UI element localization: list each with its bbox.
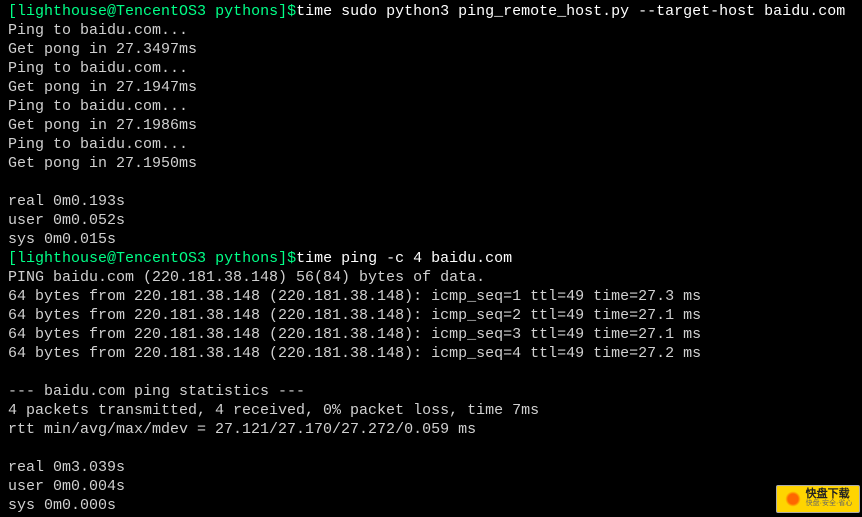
output-line: --- baidu.com ping statistics --- <box>8 382 854 401</box>
output-line-blank <box>8 363 854 382</box>
command-text-2[interactable]: time ping -c 4 baidu.com <box>296 249 512 268</box>
prompt-open-bracket: [ <box>8 249 17 268</box>
output-line: Get pong in 27.1950ms <box>8 154 854 173</box>
output-line: user 0m0.052s <box>8 211 854 230</box>
watermark-subtitle: 快盘·安全·省心 <box>806 499 853 509</box>
output-line: 4 packets transmitted, 4 received, 0% pa… <box>8 401 854 420</box>
prompt-close-bracket: ] <box>278 249 287 268</box>
output-line: Ping to baidu.com... <box>8 59 854 78</box>
output-line: user 0m0.004s <box>8 477 854 496</box>
prompt-close-bracket: ] <box>278 2 287 21</box>
prompt-path: pythons <box>215 249 278 268</box>
prompt-dollar: $ <box>287 2 296 21</box>
output-line: Ping to baidu.com... <box>8 21 854 40</box>
output-line: sys 0m0.000s <box>8 496 854 515</box>
prompt-space <box>206 2 215 21</box>
watermark-title: 快盘下载 <box>806 489 853 499</box>
prompt-userhost: lighthouse@TencentOS3 <box>17 249 206 268</box>
output-line: 64 bytes from 220.181.38.148 (220.181.38… <box>8 325 854 344</box>
output-line: sys 0m0.015s <box>8 230 854 249</box>
output-line: Ping to baidu.com... <box>8 97 854 116</box>
prompt-userhost: lighthouse@TencentOS3 <box>17 2 206 21</box>
output-line-blank <box>8 439 854 458</box>
output-line: Get pong in 27.1986ms <box>8 116 854 135</box>
command-text-1[interactable]: time sudo python3 ping_remote_host.py --… <box>296 2 845 21</box>
output-line: 64 bytes from 220.181.38.148 (220.181.38… <box>8 287 854 306</box>
prompt-open-bracket: [ <box>8 2 17 21</box>
prompt-dollar: $ <box>287 249 296 268</box>
watermark-text-container: 快盘下载 快盘·安全·省心 <box>806 489 853 509</box>
output-line: real 0m3.039s <box>8 458 854 477</box>
watermark-logo-icon <box>784 490 802 508</box>
terminal-line-prompt-1: [lighthouse@TencentOS3 pythons]$time sud… <box>8 2 854 21</box>
prompt-space <box>206 249 215 268</box>
output-line: real 0m0.193s <box>8 192 854 211</box>
output-line: Ping to baidu.com... <box>8 135 854 154</box>
output-line: Get pong in 27.3497ms <box>8 40 854 59</box>
output-line-blank <box>8 173 854 192</box>
output-line: 64 bytes from 220.181.38.148 (220.181.38… <box>8 344 854 363</box>
output-line: rtt min/avg/max/mdev = 27.121/27.170/27.… <box>8 420 854 439</box>
prompt-path: pythons <box>215 2 278 21</box>
output-line: Get pong in 27.1947ms <box>8 78 854 97</box>
terminal-line-prompt-2: [lighthouse@TencentOS3 pythons]$time pin… <box>8 249 854 268</box>
output-line: 64 bytes from 220.181.38.148 (220.181.38… <box>8 306 854 325</box>
watermark-badge: 快盘下载 快盘·安全·省心 <box>776 485 860 513</box>
output-line: PING baidu.com (220.181.38.148) 56(84) b… <box>8 268 854 287</box>
